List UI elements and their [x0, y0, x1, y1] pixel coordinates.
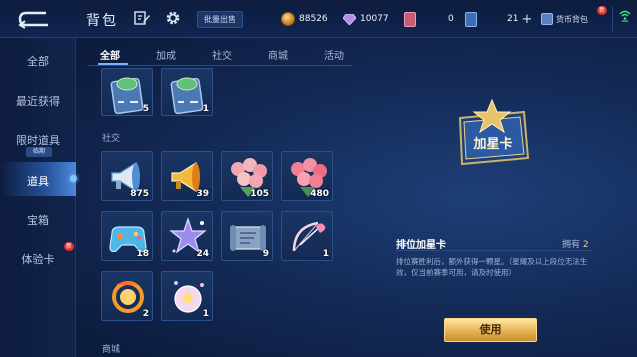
inventory-item[interactable]: 39 — [161, 151, 213, 201]
owned-label: 拥有 — [562, 240, 581, 250]
item-count: 18 — [136, 249, 149, 259]
item-description: 排位赛胜利后，额外获得一颗星。（星耀及以上段位无法生效，仅当前赛季可用，请及时使… — [396, 257, 588, 277]
inventory-item[interactable]: 1 — [281, 211, 333, 261]
item-count: 9 — [262, 249, 269, 259]
inventory-item[interactable]: 9 — [221, 211, 273, 261]
ticket-counter: 0 — [404, 11, 454, 27]
card-value: 21 — [507, 14, 519, 24]
active-indicator-dot — [70, 175, 77, 182]
inventory-item[interactable]: 2 — [101, 271, 153, 321]
item-count: 5 — [142, 104, 149, 114]
tab-mall[interactable]: 商城 — [268, 47, 288, 62]
tab-events[interactable]: 活动 — [324, 47, 344, 62]
divider — [612, 6, 613, 32]
star-boost-card-icon: 加星卡 — [458, 98, 530, 166]
section-label-social: 社交 — [102, 134, 121, 144]
gold-coin-value: 88526 — [299, 14, 328, 24]
ticket-icon — [404, 11, 416, 27]
tab-all[interactable]: 全部 — [100, 47, 120, 62]
item-count: 1 — [322, 249, 329, 259]
use-button[interactable]: 使用 — [444, 318, 537, 342]
tab-boost[interactable]: 加成 — [156, 47, 176, 62]
card-name-text: 加星卡 — [472, 136, 512, 152]
sidebar-item-chests[interactable]: 宝箱 — [0, 212, 76, 228]
owned-count: 拥有 2 — [562, 237, 589, 250]
inventory-item[interactable]: 24 — [161, 211, 213, 261]
diamond-icon — [343, 13, 356, 25]
page-title: 背包 — [86, 13, 118, 29]
card-icon — [465, 11, 477, 27]
expiring-tag: 临期 — [26, 147, 52, 157]
new-badge: 新 — [64, 242, 75, 251]
new-badge: 新 — [597, 6, 608, 15]
gold-coin-icon — [281, 12, 295, 26]
currency-bag-icon — [541, 13, 553, 25]
sidebar-item-props[interactable]: 道具 — [0, 173, 76, 189]
sidebar-item-recent[interactable]: 最近获得 — [0, 93, 76, 109]
category-sidebar: 全部 最近获得 限时道具 临期 道具 宝箱 体验卡 新 — [0, 38, 77, 357]
plus-icon[interactable]: + — [521, 12, 532, 27]
diamond-value: 10077 — [360, 14, 389, 24]
sidebar-item-limited[interactable]: 限时道具 — [0, 132, 76, 148]
diamond-counter: 10077 — [343, 11, 389, 27]
currency-bag-button[interactable]: 货币背包 — [541, 10, 588, 28]
inventory-item[interactable]: 18 — [101, 211, 153, 261]
tab-social[interactable]: 社交 — [212, 47, 232, 62]
tab-underline — [98, 63, 128, 65]
top-bar: 背包 批量出售 88526 10077 0 21 + 货币背包 新 — [0, 0, 637, 38]
gear-icon[interactable] — [165, 10, 181, 26]
card-counter: 21 + — [465, 11, 532, 27]
owned-number: 2 — [582, 240, 589, 250]
inventory-item[interactable]: 105 — [221, 151, 273, 201]
gold-coin-counter: 88526 — [281, 11, 328, 27]
section-label-mall: 商城 — [102, 345, 121, 355]
inventory-item[interactable]: 480 — [281, 151, 333, 201]
sidebar-item-trial-cards[interactable]: 体验卡 — [0, 251, 76, 267]
detail-divider — [396, 250, 592, 251]
back-arrow-icon[interactable] — [16, 9, 52, 29]
inventory-item[interactable]: 1 — [161, 271, 213, 321]
item-count: 2 — [142, 309, 149, 319]
sidebar-item-all[interactable]: 全部 — [0, 53, 76, 69]
item-count: 39 — [196, 189, 209, 199]
inventory-item[interactable]: 5 — [101, 68, 153, 116]
item-detail-title: 排位加星卡 — [396, 240, 446, 251]
item-count: 24 — [196, 249, 209, 259]
edit-icon[interactable] — [134, 10, 150, 26]
currency-bag-label: 货币背包 — [556, 14, 588, 24]
backpack-screen: 背包 批量出售 88526 10077 0 21 + 货币背包 新 全部 最近获… — [0, 0, 637, 357]
bulk-sell-button[interactable]: 批量出售 — [197, 11, 243, 28]
inventory-item[interactable]: 875 — [101, 151, 153, 201]
ticket-value: 0 — [448, 14, 454, 24]
item-count: 875 — [130, 189, 149, 199]
item-count: 1 — [202, 104, 209, 114]
item-count: 105 — [250, 189, 269, 199]
item-count: 1 — [202, 309, 209, 319]
wifi-icon — [619, 10, 631, 22]
item-count: 480 — [310, 189, 329, 199]
inventory-item[interactable]: 1 — [161, 68, 213, 116]
